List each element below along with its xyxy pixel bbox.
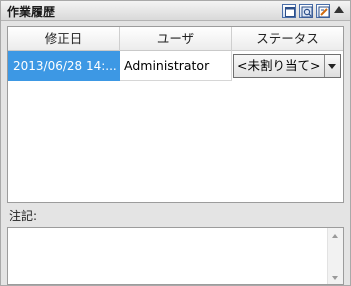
cell-status: <未割り当て> — [232, 51, 343, 81]
cell-user[interactable]: Administrator — [120, 51, 232, 81]
status-dropdown[interactable]: <未割り当て> — [233, 54, 341, 78]
history-table: 修正日 ユーザ ステータス 2013/06/28 14:... Administ… — [7, 26, 344, 203]
window-icon[interactable] — [282, 4, 296, 18]
notes-textarea[interactable] — [7, 227, 344, 285]
table-row[interactable]: 2013/06/28 14:... Administrator <未割り当て> — [8, 51, 343, 81]
panel-title: 作業履歴 — [7, 5, 56, 19]
edit-icon[interactable] — [316, 4, 330, 18]
notes-scrollbar[interactable] — [327, 228, 343, 284]
status-dropdown-value[interactable]: <未割り当て> — [234, 55, 325, 77]
column-header-status[interactable]: ステータス — [232, 27, 343, 51]
chevron-up-icon[interactable] — [334, 6, 344, 13]
scroll-up-icon[interactable] — [332, 234, 338, 238]
export-icon[interactable] — [299, 4, 313, 18]
panel-titlebar: 作業履歴 — [1, 1, 350, 21]
chevron-down-icon — [328, 64, 336, 69]
column-header-date[interactable]: 修正日 — [8, 27, 120, 51]
cell-date[interactable]: 2013/06/28 14:... — [8, 51, 120, 81]
dropdown-button[interactable] — [325, 55, 340, 77]
scroll-down-icon[interactable] — [332, 276, 338, 280]
notes-label: 注記: — [9, 209, 38, 223]
table-header: 修正日 ユーザ ステータス — [8, 27, 343, 51]
column-header-user[interactable]: ユーザ — [120, 27, 232, 51]
work-history-panel: 作業履歴 修正日 ユーザ ステータス 2013/06/28 14:... Adm… — [0, 0, 351, 286]
